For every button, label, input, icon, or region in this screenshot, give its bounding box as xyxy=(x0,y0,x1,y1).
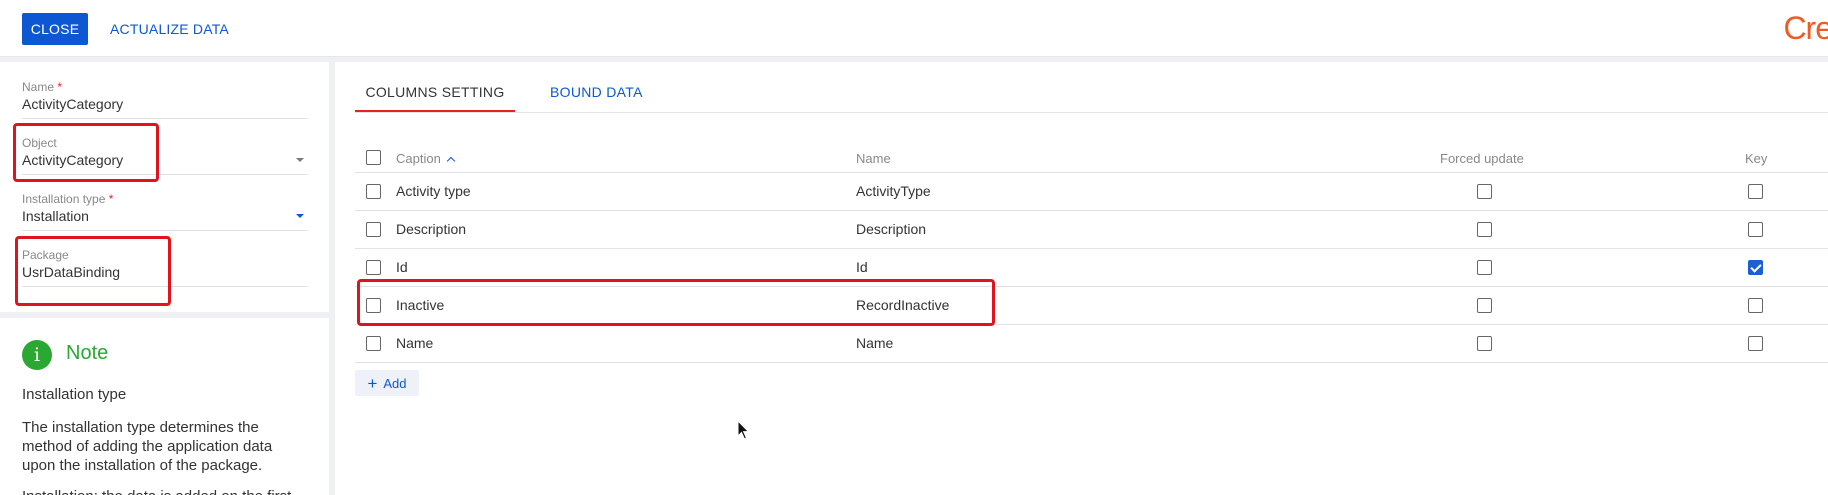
chevron-down-icon[interactable] xyxy=(296,158,304,162)
tab-bar: COLUMNS SETTING BOUND DATA xyxy=(355,62,1828,113)
row-name: Id xyxy=(856,259,868,275)
name-label: Name xyxy=(22,80,55,94)
installation-type-field[interactable]: Installation type * Installation xyxy=(22,192,308,231)
row-caption: Name xyxy=(396,335,434,351)
add-label: Add xyxy=(383,375,407,391)
top-toolbar: CLOSE ACTUALIZE DATA Cre xyxy=(0,0,1828,57)
required-mark: * xyxy=(57,80,63,94)
column-caption-header[interactable]: Caption xyxy=(396,151,456,166)
caption-header-label: Caption xyxy=(396,151,441,166)
table-row[interactable]: Description Description xyxy=(355,211,1828,249)
note-title: Note xyxy=(66,342,109,364)
row-name: Name xyxy=(856,335,894,351)
forced-update-checkbox[interactable] xyxy=(1477,260,1492,275)
note-subtitle: Installation type xyxy=(22,386,127,403)
forced-update-checkbox[interactable] xyxy=(1477,336,1492,351)
plus-icon: + xyxy=(367,373,378,393)
key-checkbox[interactable] xyxy=(1748,222,1763,237)
highlight-object xyxy=(13,123,159,182)
columns-grid: Caption Name Forced update Key Activity … xyxy=(355,144,1828,363)
column-name-header[interactable]: Name xyxy=(856,151,891,166)
key-checkbox[interactable] xyxy=(1748,336,1763,351)
note-body: The installation type determines the met… xyxy=(22,419,273,474)
row-select-checkbox[interactable] xyxy=(366,260,381,275)
row-name: Description xyxy=(856,221,927,237)
row-select-checkbox[interactable] xyxy=(366,336,381,351)
row-caption: Description xyxy=(396,221,467,237)
forced-update-checkbox[interactable] xyxy=(1477,222,1492,237)
column-forced-update-header[interactable]: Forced update xyxy=(1440,151,1524,166)
key-checkbox[interactable] xyxy=(1748,184,1763,199)
note-panel: i Note Installation type The installatio… xyxy=(0,318,329,495)
table-row[interactable]: Name Name xyxy=(355,325,1828,363)
name-field[interactable]: Name * ActivityCategory xyxy=(22,80,308,119)
table-row[interactable]: Activity type ActivityType xyxy=(355,173,1828,211)
note-more-text: Installation: the data is added on the f… xyxy=(22,487,312,495)
key-checkbox[interactable] xyxy=(1748,298,1763,313)
required-mark: * xyxy=(108,192,114,206)
column-key-header[interactable]: Key xyxy=(1745,151,1767,166)
installation-type-label: Installation type xyxy=(22,192,106,206)
row-select-checkbox[interactable] xyxy=(366,222,381,237)
installation-type-value: Installation xyxy=(22,208,89,224)
mouse-cursor-icon xyxy=(737,420,750,440)
row-caption: Activity type xyxy=(396,183,471,199)
name-value: ActivityCategory xyxy=(22,96,124,112)
forced-update-checkbox[interactable] xyxy=(1477,184,1492,199)
add-column-button[interactable]: + Add xyxy=(355,370,419,396)
chevron-up-icon xyxy=(446,156,456,166)
grid-header: Caption Name Forced update Key xyxy=(355,144,1828,173)
row-name: ActivityType xyxy=(856,183,931,199)
close-button[interactable]: CLOSE xyxy=(22,13,88,45)
tab-bound-data[interactable]: BOUND DATA xyxy=(550,84,643,112)
key-checkbox-checked[interactable] xyxy=(1748,260,1763,275)
tab-columns-setting[interactable]: COLUMNS SETTING xyxy=(355,84,515,112)
select-all-checkbox[interactable] xyxy=(366,150,381,165)
creatio-logo: Cre xyxy=(1783,10,1828,46)
forced-update-checkbox[interactable] xyxy=(1477,298,1492,313)
highlight-inactive-row xyxy=(357,279,995,326)
highlight-package xyxy=(15,236,171,306)
row-caption: Id xyxy=(396,259,408,275)
chevron-down-icon[interactable] xyxy=(296,214,304,218)
actualize-data-button[interactable]: ACTUALIZE DATA xyxy=(110,13,229,45)
info-icon: i xyxy=(22,340,52,370)
row-select-checkbox[interactable] xyxy=(366,184,381,199)
